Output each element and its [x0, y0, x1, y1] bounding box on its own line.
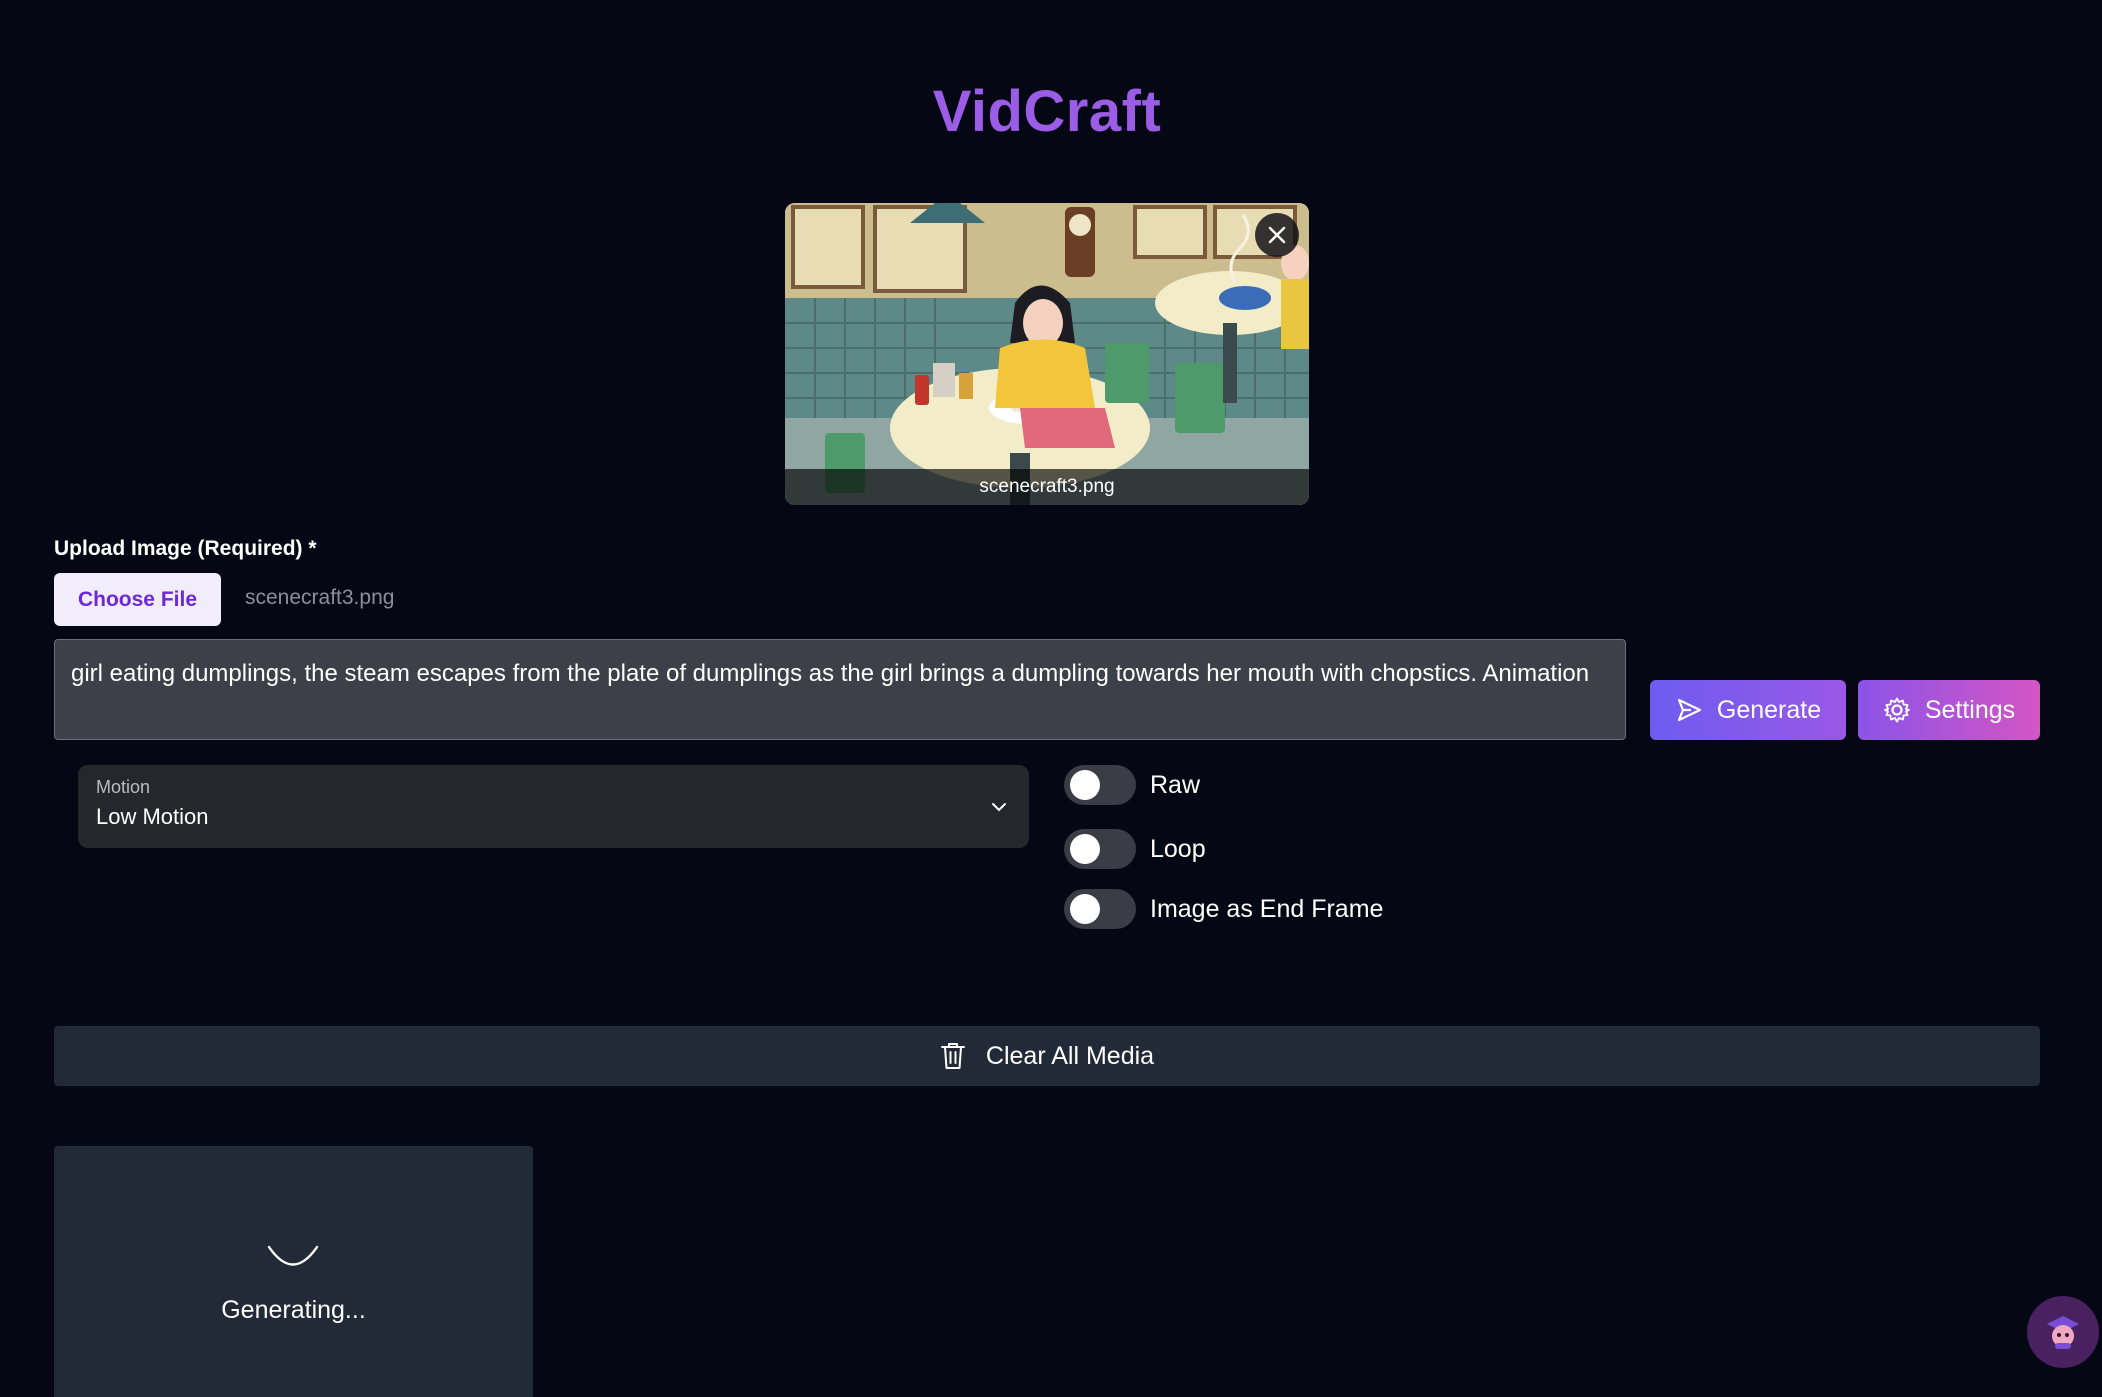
clear-all-media-button[interactable]: Clear All Media: [54, 1026, 2040, 1086]
loading-spinner-icon: [267, 1245, 319, 1266]
image-as-end-frame-label: Image as End Frame: [1150, 894, 1384, 923]
gear-icon: [1883, 697, 1910, 723]
settings-button[interactable]: Settings: [1858, 680, 2040, 740]
trash-icon: [940, 1043, 965, 1069]
loop-toggle[interactable]: [1064, 829, 1136, 869]
send-icon: [1677, 698, 1701, 722]
chevron-down-icon: [992, 803, 1006, 812]
close-icon: [1268, 226, 1286, 244]
raw-toggle[interactable]: [1064, 765, 1136, 805]
remove-image-button[interactable]: [1255, 213, 1299, 257]
toggle-row-loop: Loop: [1064, 829, 1206, 869]
assistant-button[interactable]: [2027, 1296, 2099, 1368]
choose-file-button[interactable]: Choose File: [54, 573, 221, 626]
assistant-avatar-icon: [2047, 1316, 2079, 1349]
motion-select[interactable]: Motion Low Motion: [78, 765, 1029, 848]
generate-button[interactable]: Generate: [1650, 680, 1846, 740]
clear-all-media-label: Clear All Media: [985, 1041, 1155, 1070]
app-root: VidCraft scenecraft3.png Upload Image (R…: [0, 0, 2102, 1397]
uploaded-image-thumbnail: [785, 203, 1309, 505]
toggle-knob: [1070, 834, 1100, 864]
upload-label: Upload Image (Required) *: [54, 537, 317, 560]
prompt-input[interactable]: girl eating dumplings, the steam escapes…: [54, 639, 1626, 740]
selected-file-name: scenecraft3.png: [245, 586, 395, 609]
motion-label: Motion: [96, 777, 151, 797]
image-as-end-frame-toggle[interactable]: [1064, 889, 1136, 929]
toggle-row-raw: Raw: [1064, 765, 1200, 805]
image-preview: scenecraft3.png: [785, 203, 1309, 505]
settings-label: Settings: [1924, 695, 2016, 724]
app-title: VidCraft: [932, 79, 1162, 144]
raw-toggle-label: Raw: [1150, 770, 1201, 799]
motion-value: Low Motion: [96, 804, 209, 829]
toggle-row-end-frame: Image as End Frame: [1064, 889, 1383, 929]
loop-toggle-label: Loop: [1150, 834, 1206, 863]
generating-status: Generating...: [221, 1296, 366, 1324]
preview-filename: scenecraft3.png: [785, 469, 1309, 505]
toggle-knob: [1070, 770, 1100, 800]
generate-label: Generate: [1716, 695, 1822, 724]
generation-card: Generating...: [54, 1146, 533, 1397]
toggle-knob: [1070, 894, 1100, 924]
